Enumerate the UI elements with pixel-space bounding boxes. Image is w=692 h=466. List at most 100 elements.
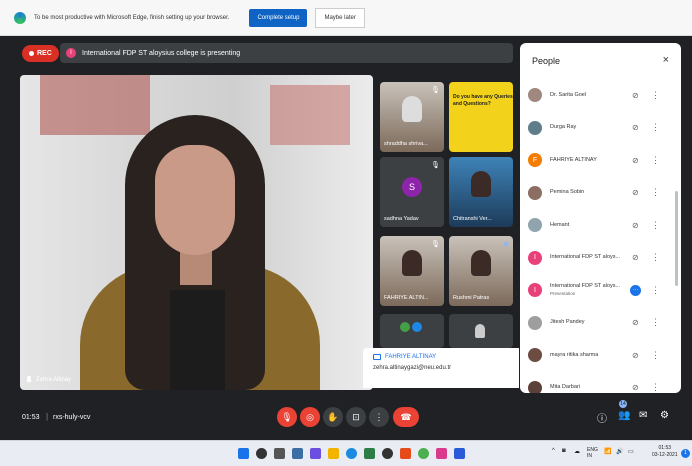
participant-tile[interactable]: Do you have any Queries and Questions? xyxy=(449,82,513,152)
mic-off-icon: ⊘ xyxy=(632,220,639,230)
avatar xyxy=(528,88,542,103)
tile-name: shraddha shriva... xyxy=(384,141,428,147)
more-options-icon[interactable]: ⋮ xyxy=(651,220,660,231)
participant-name: International FDP ST aloys... xyxy=(550,254,621,261)
participant-tile[interactable]: 🎙 FAHRIYE ALTIN... xyxy=(380,236,444,306)
notification-badge[interactable]: 1 xyxy=(681,449,690,458)
participant-info-card[interactable]: FAHRIYE ALTINAY zehra.altinaygazi@neu.ed… xyxy=(363,348,519,388)
separator: | xyxy=(46,412,49,421)
participant-tile[interactable]: 🎙 shraddha shriva... xyxy=(380,82,444,152)
list-item[interactable]: Dr. Sarita Goel ⊘ ⋮ xyxy=(520,79,681,112)
avatar xyxy=(528,185,542,200)
tray-icon[interactable]: ◙ xyxy=(562,448,566,454)
widgets-icon[interactable] xyxy=(292,448,303,459)
avatar xyxy=(528,218,542,233)
windows-start-icon[interactable] xyxy=(238,448,249,459)
avatar xyxy=(528,315,542,330)
participant-photo xyxy=(471,250,491,276)
volume-icon[interactable]: 🔊 xyxy=(616,448,623,455)
more-options-icon[interactable]: ⋮ xyxy=(651,285,660,296)
app-icon[interactable] xyxy=(382,448,393,459)
language-indicator[interactable]: ENG IN xyxy=(587,447,598,459)
participant-tile[interactable] xyxy=(380,314,444,348)
complete-setup-button[interactable]: Complete setup xyxy=(249,8,308,27)
avatar xyxy=(528,120,542,135)
present-screen-button[interactable]: ⊡ xyxy=(346,407,366,427)
camera-toggle-button[interactable]: ◎ xyxy=(300,407,320,427)
activities-icon[interactable]: ⚙ xyxy=(660,410,669,421)
clock[interactable]: 01:53 03-12-2021 xyxy=(652,445,678,459)
list-item[interactable]: I International FDP ST aloys... Presenta… xyxy=(520,274,681,307)
people-panel: People × Dr. Sarita Goel ⊘ ⋮ Durga Ray ⊘… xyxy=(520,43,681,393)
people-icon[interactable]: 👥 xyxy=(618,410,630,421)
list-item[interactable]: F FAHRIYE ALTINAY ⊘ ⋮ xyxy=(520,144,681,177)
participant-tile[interactable]: Chitranshi Ver... xyxy=(449,157,513,227)
mic-off-icon: 🎙 xyxy=(431,241,440,248)
info-card-email: zehra.altinaygazi@neu.edu.tr xyxy=(373,365,452,371)
participant-name: International FDP ST aloys... xyxy=(550,283,621,290)
participant-photo xyxy=(402,250,422,276)
tile-name: Rushmi Patras xyxy=(453,295,490,301)
file-explorer-icon[interactable] xyxy=(328,448,339,459)
mic-toggle-button[interactable]: 🎙 xyxy=(277,407,297,427)
chat-icon[interactable]: ✉ xyxy=(639,410,647,421)
cloud-icon[interactable]: ☁ xyxy=(574,448,580,455)
edge-message: To be most productive with Microsoft Edg… xyxy=(34,14,230,21)
more-options-icon[interactable]: ⋮ xyxy=(651,317,660,328)
list-item[interactable]: Hemant ⊘ ⋮ xyxy=(520,209,681,242)
task-view-icon[interactable] xyxy=(274,448,285,459)
close-icon[interactable]: × xyxy=(663,54,669,66)
recording-badge: REC xyxy=(22,45,59,62)
store-icon[interactable] xyxy=(364,448,375,459)
more-options-icon[interactable]: ⋮ xyxy=(651,90,660,101)
pin-icon[interactable] xyxy=(26,376,32,384)
edge-icon[interactable] xyxy=(346,448,357,459)
participant-photo xyxy=(402,96,422,122)
app-icon[interactable] xyxy=(454,448,465,459)
raise-hand-button[interactable]: ✋ xyxy=(323,407,343,427)
background-painting xyxy=(40,75,150,135)
maybe-later-button[interactable]: Maybe later xyxy=(315,7,365,28)
app-icon[interactable] xyxy=(400,448,411,459)
presenting-text: International FDP ST aloysius college is… xyxy=(82,49,241,57)
more-options-icon[interactable]: ⋮ xyxy=(651,382,660,393)
more-options-icon[interactable]: ⋮ xyxy=(651,252,660,263)
presenting-banner: I International FDP ST aloysius college … xyxy=(60,43,513,63)
chrome-icon[interactable] xyxy=(418,448,429,459)
mic-off-icon: ⊘ xyxy=(632,253,639,263)
scrollbar[interactable] xyxy=(675,191,678,286)
more-options-icon[interactable]: ⋮ xyxy=(651,350,660,361)
mic-off-icon: ⊘ xyxy=(632,188,639,198)
search-icon[interactable] xyxy=(256,448,267,459)
info-icon[interactable]: ⓘ xyxy=(597,410,607,425)
list-item[interactable]: Jitesh Pandey ⊘ ⋮ xyxy=(520,307,681,340)
participant-name-block: International FDP ST aloys... Presentati… xyxy=(550,283,626,297)
more-options-icon[interactable]: ⋮ xyxy=(651,187,660,198)
presenter-avatar: I xyxy=(66,48,76,58)
list-item[interactable]: Mita Darbari ⊘ ⋮ xyxy=(520,372,681,393)
chevron-up-icon[interactable]: ^ xyxy=(552,448,555,454)
more-options-icon[interactable]: ⋮ xyxy=(651,122,660,133)
mic-off-icon: ⊘ xyxy=(632,123,639,133)
participant-tile[interactable]: ◉ Rushmi Patras xyxy=(449,236,513,306)
list-item[interactable]: Pemina Sobin ⊘ ⋮ xyxy=(520,177,681,210)
battery-icon[interactable]: ▭ xyxy=(628,448,634,455)
wifi-icon[interactable]: 📶 xyxy=(604,448,611,455)
list-item[interactable]: I International FDP ST aloys... ⊘ ⋮ xyxy=(520,242,681,275)
participant-tile[interactable]: S 🎙 sadhna Yadav xyxy=(380,157,444,227)
list-item[interactable]: mayra ritika sharma ⊘ ⋮ xyxy=(520,339,681,372)
list-item[interactable]: Durga Ray ⊘ ⋮ xyxy=(520,112,681,145)
participant-tile[interactable] xyxy=(449,314,513,348)
people-title: People xyxy=(532,56,561,66)
leave-call-button[interactable]: ☎ xyxy=(393,407,419,427)
participant-name: Durga Ray xyxy=(550,124,577,131)
main-speaker-video[interactable]: Zehra Altinay xyxy=(20,75,373,390)
tile-name: FAHRIYE ALTIN... xyxy=(384,295,429,301)
clock-date: 03-12-2021 xyxy=(652,452,678,458)
more-options-button[interactable]: ⋮ xyxy=(369,407,389,427)
speaker-top xyxy=(170,290,225,390)
mic-off-icon: ⊘ xyxy=(632,318,639,328)
teams-icon[interactable] xyxy=(310,448,321,459)
more-options-icon[interactable]: ⋮ xyxy=(651,155,660,166)
app-icon[interactable] xyxy=(436,448,447,459)
